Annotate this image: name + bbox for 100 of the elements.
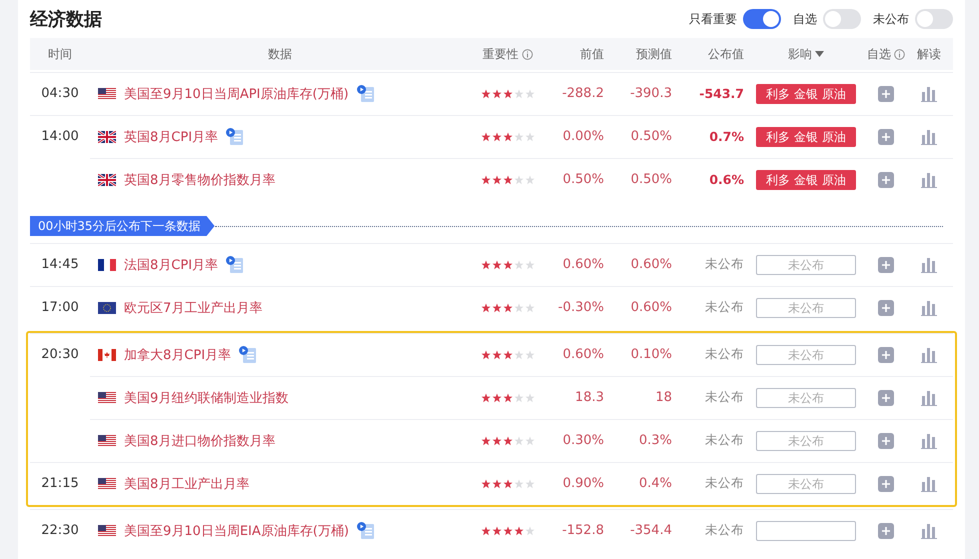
actual-value: 0.6%	[709, 172, 745, 187]
toggle-switch[interactable]	[743, 9, 781, 29]
plus-icon	[882, 176, 890, 184]
bar-chart-icon[interactable]	[921, 172, 937, 188]
event-link[interactable]: 美国8月进口物价指数月率	[124, 432, 276, 450]
star-icon	[502, 88, 512, 98]
previous-value: 18.3	[575, 390, 605, 405]
impact-pending: 未公布	[756, 474, 856, 494]
event-link[interactable]: 法国8月CPI月率	[124, 256, 218, 274]
add-watchlist-button[interactable]	[878, 390, 894, 406]
add-watchlist-button[interactable]	[878, 346, 894, 362]
filter-label: 未公布	[873, 10, 909, 28]
star-icon	[492, 392, 502, 402]
previous-value: 0.50%	[562, 172, 605, 187]
forecast-value: 18	[655, 390, 673, 405]
toggle-switch[interactable]	[915, 9, 953, 29]
star-icon	[502, 132, 512, 142]
star-icon	[480, 302, 490, 312]
star-icon	[524, 260, 534, 270]
event-link[interactable]: 美国至9月10日当周EIA原油库存(万桶)	[124, 522, 349, 540]
bar-chart-icon[interactable]	[921, 432, 937, 448]
time-cell: 21:15	[41, 476, 79, 491]
star-icon	[514, 350, 524, 360]
bar-chart-icon[interactable]	[921, 346, 937, 362]
info-icon[interactable]	[522, 48, 532, 60]
forecast-value: 0.60%	[630, 257, 673, 272]
star-icon	[480, 88, 490, 98]
play-document-icon[interactable]	[239, 346, 258, 363]
play-document-icon[interactable]	[356, 85, 375, 102]
event-link[interactable]: 美国8月工业产出月率	[124, 474, 250, 492]
actual-value: 未公布	[705, 256, 745, 273]
add-watchlist-button[interactable]	[878, 476, 894, 492]
add-watchlist-button[interactable]	[878, 300, 894, 316]
column-header: 影响	[788, 46, 812, 62]
add-watchlist-button[interactable]	[878, 128, 894, 144]
actual-value: 未公布	[705, 299, 745, 316]
forecast-value: -354.4	[630, 523, 673, 538]
bar-chart-icon[interactable]	[921, 522, 937, 538]
play-document-icon[interactable]	[226, 128, 244, 145]
previous-value: 0.60%	[562, 257, 605, 272]
time-cell: 14:00	[41, 129, 79, 144]
plus-icon	[882, 350, 890, 358]
event-link[interactable]: 英国8月零售物价指数月率	[124, 170, 276, 188]
time-cell: 04:30	[41, 86, 79, 101]
actual-value: 未公布	[705, 432, 745, 449]
star-icon	[514, 132, 524, 142]
star-icon	[502, 526, 512, 536]
forecast-value: 0.10%	[630, 347, 673, 362]
add-watchlist-button[interactable]	[878, 522, 894, 538]
star-icon	[480, 436, 490, 446]
impact-tag: 利多 金银 原油	[756, 84, 856, 104]
bar-chart-icon[interactable]	[921, 128, 937, 144]
forecast-value: 0.50%	[630, 129, 673, 144]
bar-chart-icon[interactable]	[921, 256, 937, 272]
star-icon	[524, 526, 534, 536]
bar-chart-icon[interactable]	[921, 300, 937, 316]
bar-chart-icon[interactable]	[921, 86, 937, 102]
star-icon	[514, 260, 524, 270]
star-icon	[480, 526, 490, 536]
add-watchlist-button[interactable]	[878, 86, 894, 102]
previous-value: 0.60%	[562, 347, 605, 362]
impact-pending: 未公布	[756, 430, 856, 450]
toggle-switch[interactable]	[823, 9, 861, 29]
star-icon	[514, 436, 524, 446]
star-icon	[492, 260, 502, 270]
event-link[interactable]: 加拿大8月CPI月率	[124, 346, 232, 364]
add-watchlist-button[interactable]	[878, 256, 894, 272]
forecast-value: 0.50%	[630, 172, 673, 187]
previous-value: 0.00%	[562, 129, 605, 144]
previous-value: 0.30%	[562, 433, 605, 448]
column-header: 预测值	[636, 46, 672, 62]
star-icon	[492, 478, 502, 488]
time-cell: 20:30	[41, 347, 79, 362]
forecast-value: 0.4%	[638, 476, 673, 491]
add-watchlist-button[interactable]	[878, 432, 894, 448]
column-header: 前值	[580, 46, 604, 62]
time-cell: 14:45	[41, 257, 79, 272]
event-link[interactable]: 欧元区7月工业产出月率	[124, 298, 262, 316]
add-watchlist-button[interactable]	[878, 172, 894, 188]
previous-value: -0.30%	[558, 300, 605, 315]
bar-chart-icon[interactable]	[921, 390, 937, 406]
bar-chart-icon[interactable]	[921, 476, 937, 492]
forecast-value: -390.3	[630, 86, 673, 101]
impact-tag: 利多 金银 原油	[756, 170, 856, 190]
forecast-value: 0.60%	[630, 300, 673, 315]
event-link[interactable]: 美国9月纽约联储制造业指数	[124, 388, 288, 406]
caret-icon[interactable]	[815, 51, 824, 57]
star-icon	[524, 478, 534, 488]
event-link[interactable]: 英国8月CPI月率	[124, 128, 218, 146]
play-document-icon[interactable]	[226, 256, 244, 273]
star-icon	[492, 302, 502, 312]
star-icon	[514, 392, 524, 402]
plus-icon	[882, 526, 890, 534]
previous-value: 0.90%	[562, 476, 605, 491]
star-icon	[492, 350, 502, 360]
play-document-icon[interactable]	[356, 522, 375, 539]
info-icon[interactable]	[894, 48, 905, 60]
event-link[interactable]: 美国至9月10日当周API原油库存(万桶)	[124, 84, 349, 102]
star-icon	[524, 302, 534, 312]
forecast-value: 0.3%	[638, 433, 673, 448]
